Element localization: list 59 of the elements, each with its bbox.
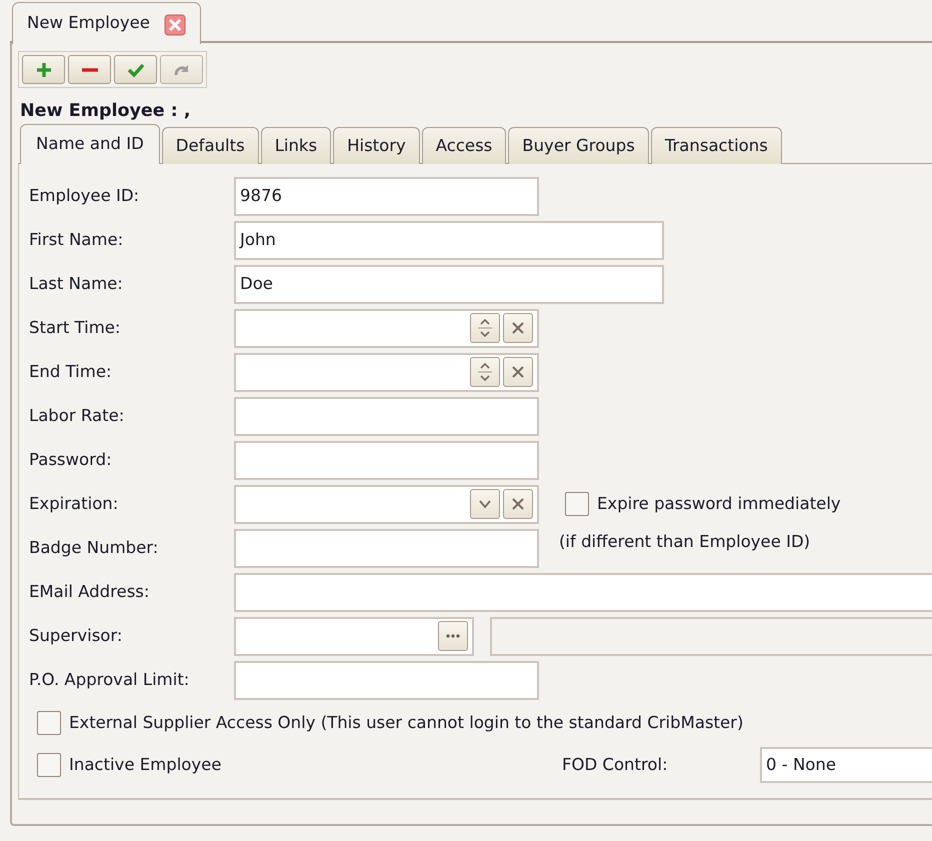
time-field[interactable] <box>234 308 539 348</box>
field-label: EMail Address: <box>29 580 150 603</box>
field-label: Badge Number: <box>29 536 160 559</box>
lookup-field[interactable] <box>234 616 474 656</box>
input-field[interactable] <box>234 396 539 436</box>
checkbox[interactable] <box>565 492 589 516</box>
checkbox[interactable] <box>37 711 61 735</box>
tab[interactable]: Transactions <box>650 127 782 164</box>
input-field[interactable] <box>234 572 932 612</box>
remove-icon <box>82 68 98 72</box>
checkbox-label: Inactive Employee <box>69 754 222 776</box>
input-field[interactable] <box>234 440 539 480</box>
remove-button[interactable] <box>68 55 111 84</box>
field-label: Expiration: <box>29 492 120 515</box>
close-icon <box>164 14 186 36</box>
tab[interactable]: History <box>333 127 420 164</box>
spin-button[interactable] <box>470 313 500 343</box>
clear-button[interactable] <box>503 489 533 519</box>
field-label: First Name: <box>29 228 124 251</box>
spinner-icon <box>477 316 493 340</box>
time-field[interactable] <box>234 352 539 392</box>
input-field[interactable]: Doe <box>234 264 664 304</box>
tab[interactable]: Links <box>260 127 332 164</box>
checkbox-label: Expire password immediately <box>597 492 841 515</box>
select-field[interactable]: 0 - None <box>760 747 932 783</box>
add-button[interactable] <box>22 55 65 84</box>
document-tab[interactable]: New Employee <box>12 2 201 44</box>
spin-button[interactable] <box>470 357 500 387</box>
dropdown-button[interactable] <box>470 489 500 519</box>
hint-text: (if different than Employee ID) <box>559 530 810 553</box>
field-label: FOD Control: <box>562 754 669 776</box>
add-icon <box>34 60 52 78</box>
tab[interactable]: Defaults <box>162 127 259 164</box>
input-field[interactable]: 9876 <box>234 176 539 216</box>
field-label: Employee ID: <box>29 184 140 207</box>
field-label: Start Time: <box>29 316 122 339</box>
clear-button[interactable] <box>503 313 533 343</box>
field-label: Last Name: <box>29 272 124 295</box>
form-heading: New Employee : , <box>20 100 192 123</box>
spinner-icon <box>477 360 493 384</box>
field-label: Labor Rate: <box>29 404 126 427</box>
field-label: End Time: <box>29 360 113 383</box>
ellipsis-icon <box>445 633 461 639</box>
checkbox[interactable] <box>37 753 61 777</box>
date-field[interactable] <box>234 484 539 524</box>
browse-button[interactable] <box>438 621 468 651</box>
save-button[interactable] <box>114 55 157 84</box>
input-field[interactable]: John <box>234 220 664 260</box>
checkbox-label: External Supplier Access Only (This user cannot login to the standard CribMaster) <box>69 712 744 734</box>
field-label: P.O. Approval Limit: <box>29 668 190 691</box>
tab[interactable]: Buyer Groups <box>508 127 649 164</box>
field-label: Supervisor: <box>29 624 124 647</box>
input-field[interactable] <box>234 528 539 568</box>
clear-button[interactable] <box>503 357 533 387</box>
field-label: Password: <box>29 448 113 471</box>
close-button[interactable] <box>164 12 186 34</box>
tab[interactable]: Name and ID <box>20 124 160 164</box>
input-field[interactable] <box>234 660 539 700</box>
tab[interactable]: Access <box>422 127 506 164</box>
